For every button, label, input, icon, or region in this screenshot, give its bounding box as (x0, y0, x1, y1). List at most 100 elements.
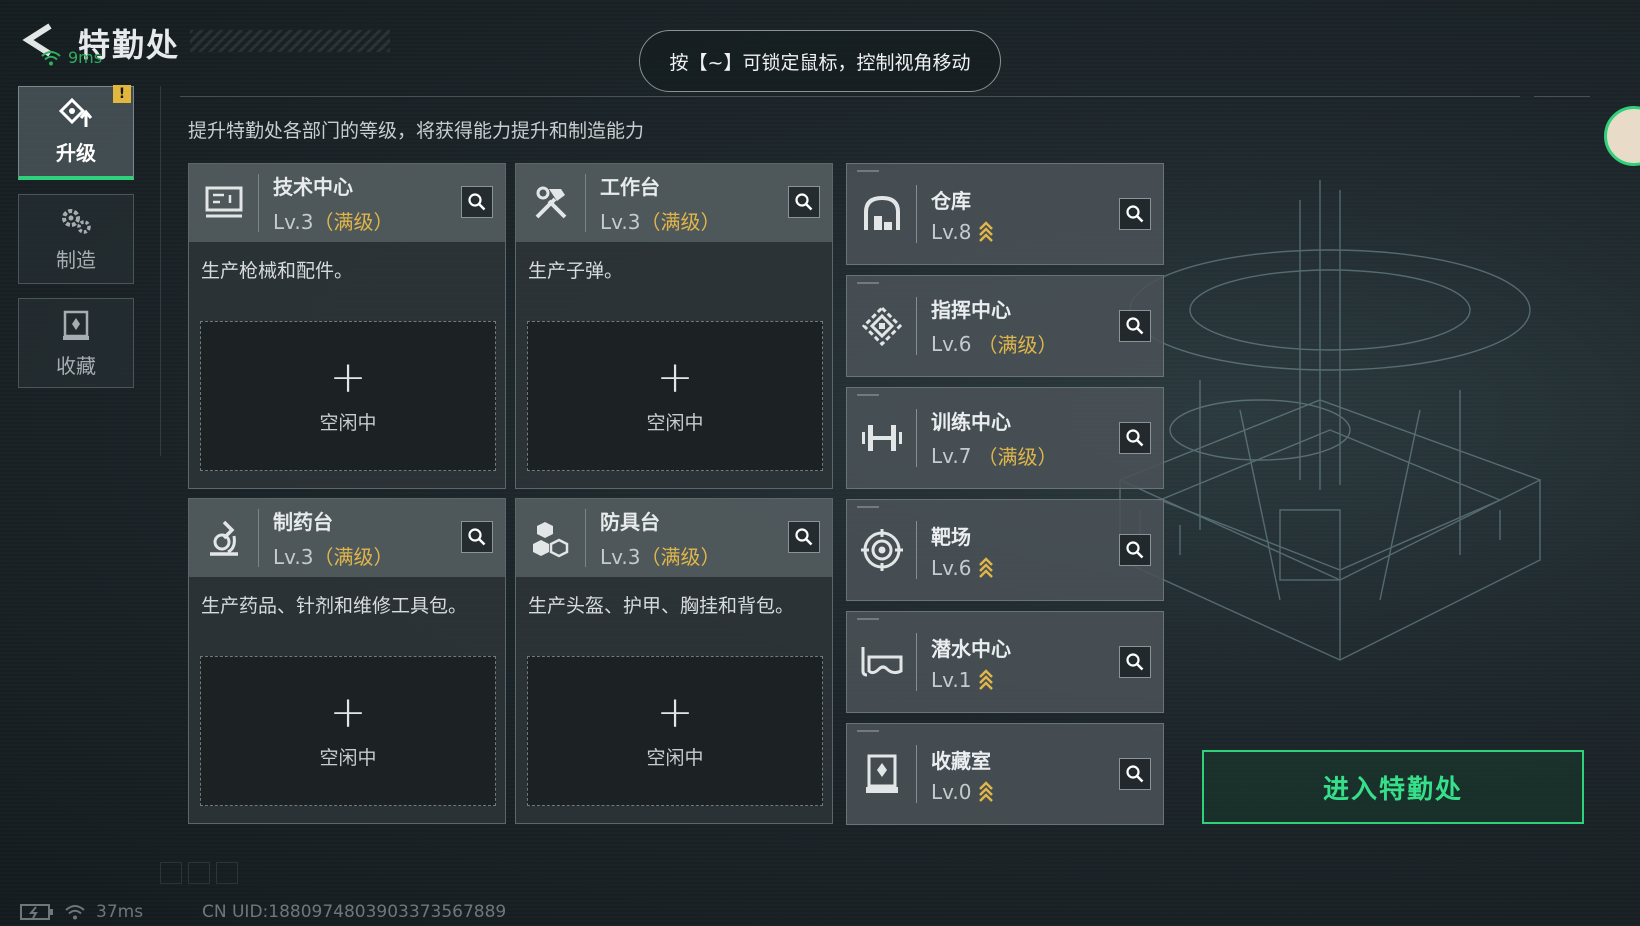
dumbbell-icon (847, 409, 917, 467)
facility-warehouse[interactable]: 仓库 Lv.8 (846, 163, 1164, 265)
production-slot[interactable]: + 空闲中 (200, 656, 496, 806)
battery-charging-icon (20, 904, 53, 920)
sidebar-tab-collection-label: 收藏 (56, 353, 96, 378)
facility-shooting-range[interactable]: 靶场 Lv.6 (846, 499, 1164, 601)
ping-value-top: 9ms (68, 48, 103, 67)
corner-decoration (857, 506, 879, 508)
max-level-tag: （满级） (640, 210, 721, 234)
collection-icon (63, 310, 89, 340)
upgrade-chevrons-icon (978, 556, 993, 578)
sidebar-tab-upgrade-label: 升级 (56, 141, 96, 165)
search-button[interactable] (1119, 534, 1151, 566)
search-button[interactable] (1119, 198, 1151, 230)
workstation-card-workbench[interactable]: 工作台 Lv.3（满级） 生产子弹。 + 空闲中 (515, 163, 833, 489)
workstation-level: Lv.3 (600, 545, 641, 569)
user-uid: CN UID:1880974803903373567889 (202, 902, 507, 922)
facility-name: 指挥中心 (931, 298, 1011, 322)
facility-level: Lv.7 (931, 443, 972, 468)
search-icon (1126, 317, 1144, 335)
workstation-name: 工作台 (600, 175, 660, 199)
sidebar-tab-upgrade[interactable]: ! 升级 (18, 85, 134, 180)
upgrade-chevrons-icon (978, 220, 993, 242)
facility-level: Lv.6 (931, 555, 972, 580)
facility-name: 靶场 (931, 524, 971, 549)
max-level-tag: （满级） (977, 333, 1058, 357)
facility-collection-room[interactable]: 收藏室 Lv.0 (846, 723, 1164, 825)
facility-training-center[interactable]: 训练中心 Lv.7 （满级） (846, 387, 1164, 489)
facility-diving-center[interactable]: 潜水中心 Lv.1 (846, 611, 1164, 713)
search-icon (795, 528, 813, 546)
sidebar-tab-collection[interactable]: 收藏 (18, 298, 134, 388)
microscope-icon (189, 509, 259, 567)
command-center-icon (847, 297, 917, 355)
facility-command-center[interactable]: 指挥中心 Lv.6 （满级） (846, 275, 1164, 377)
corner-decoration (857, 730, 879, 732)
facility-name: 潜水中心 (931, 636, 1011, 661)
search-button[interactable] (1119, 310, 1151, 342)
search-icon (1126, 205, 1144, 223)
workstation-description: 生产头盔、护甲、胸挂和背包。 (528, 595, 795, 617)
alert-badge: ! (113, 85, 131, 103)
production-slot[interactable]: + 空闲中 (200, 321, 496, 471)
slot-status: 空闲中 (319, 746, 377, 769)
search-button[interactable] (461, 521, 493, 553)
trophy-case-icon (847, 745, 917, 803)
plus-icon: + (329, 686, 367, 738)
armor-cubes-icon (516, 509, 586, 567)
bottom-decoration (160, 862, 238, 884)
search-icon (468, 193, 486, 211)
search-button[interactable] (1119, 422, 1151, 454)
max-level-tag: （满级） (313, 545, 394, 569)
search-button[interactable] (788, 521, 820, 553)
facility-level: Lv.1 (931, 667, 972, 692)
card-header: 工作台 Lv.3（满级） (516, 164, 832, 242)
search-icon (468, 528, 486, 546)
facility-level: Lv.6 (931, 331, 972, 356)
workstation-level: Lv.3 (600, 210, 641, 234)
workstation-card-pharmacy[interactable]: 制药台 Lv.3（满级） 生产药品、针剂和维修工具包。 + 空闲中 (188, 498, 506, 824)
enter-special-ops-button[interactable]: 进入特勤处 (1202, 750, 1584, 824)
facility-level: Lv.8 (931, 219, 972, 244)
production-slot[interactable]: + 空闲中 (527, 656, 823, 806)
search-icon (795, 193, 813, 211)
facility-name: 收藏室 (931, 748, 991, 773)
status-bar: 37ms (20, 902, 143, 922)
facility-level: Lv.0 (931, 779, 972, 804)
max-level-tag: （满级） (977, 445, 1058, 469)
search-button[interactable] (1119, 646, 1151, 678)
sidebar-tab-craft[interactable]: 制造 (18, 194, 134, 284)
search-icon (1126, 765, 1144, 783)
wifi-icon (65, 905, 85, 920)
max-level-tag: （满级） (313, 210, 394, 234)
tech-center-icon (189, 174, 259, 232)
search-button[interactable] (1119, 758, 1151, 790)
facility-name: 仓库 (931, 188, 971, 213)
target-icon (847, 521, 917, 579)
avatar[interactable] (1604, 106, 1640, 166)
hammer-wrench-icon (516, 174, 586, 232)
search-button[interactable] (461, 186, 493, 218)
ping-value: 37ms (96, 902, 144, 922)
workstation-description: 生产子弹。 (528, 260, 624, 282)
workstation-card-tech-center[interactable]: 技术中心 Lv.3（满级） 生产枪械和配件。 + 空闲中 (188, 163, 506, 489)
card-header: 制药台 Lv.3（满级） (189, 499, 505, 577)
slot-status: 空闲中 (646, 746, 704, 769)
upgrade-chevrons-icon (978, 668, 993, 690)
facility-name: 训练中心 (931, 410, 1011, 434)
gears-icon (62, 208, 91, 234)
search-button[interactable] (788, 186, 820, 218)
corner-decoration (857, 618, 879, 620)
plus-icon: + (656, 351, 694, 403)
slot-status: 空闲中 (319, 411, 377, 434)
workstation-name: 技术中心 (273, 175, 353, 199)
workstation-level: Lv.3 (273, 210, 314, 234)
sidebar-divider (160, 86, 161, 456)
plus-icon: + (656, 686, 694, 738)
workstation-description: 生产枪械和配件。 (201, 260, 354, 282)
workstation-name: 防具台 (600, 510, 660, 534)
corner-decoration (857, 170, 879, 172)
plus-icon: + (329, 351, 367, 403)
diving-mask-icon (847, 633, 917, 691)
production-slot[interactable]: + 空闲中 (527, 321, 823, 471)
workstation-card-armor[interactable]: 防具台 Lv.3（满级） 生产头盔、护甲、胸挂和背包。 + 空闲中 (515, 498, 833, 824)
